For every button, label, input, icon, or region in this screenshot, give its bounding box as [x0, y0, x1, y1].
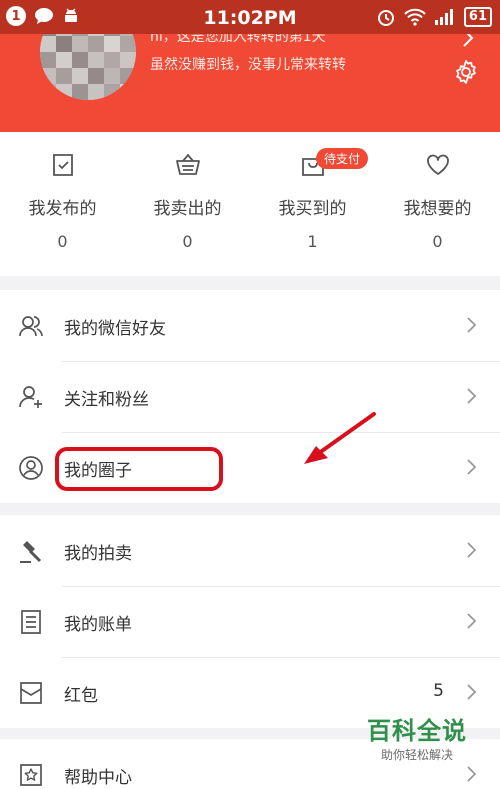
menu-item-label: 我的微信好友 [64, 319, 166, 339]
chevron-right-icon [467, 613, 477, 629]
gavel-icon [20, 541, 42, 563]
heart-icon [426, 154, 449, 175]
menu-item-auction[interactable]: 我的拍卖 [0, 515, 500, 586]
profile-header: hi，这是您加入转转的第1天 虽然没赚到钱，没事儿常来转转 [0, 34, 500, 132]
menu-item-wechat-friends[interactable]: 我的微信好友 [0, 290, 500, 361]
signal-icon [434, 9, 453, 25]
chevron-right-icon [467, 317, 477, 333]
stat-label: 我卖出的 [153, 199, 222, 219]
stat-label: 我买到的 [278, 199, 347, 219]
battery-indicator: 61 [463, 7, 492, 27]
stat-sold[interactable]: 我卖出的 0 [125, 132, 250, 276]
menu-item-label: 关注和粉丝 [64, 390, 149, 410]
stat-wanted[interactable]: 我想要的 0 [375, 132, 500, 276]
profile-intro-line1: hi，这是您加入转转的第1天 [150, 34, 326, 45]
basket-icon [175, 153, 200, 175]
menu-group-finance: 我的拍卖 我的账单 红包 5 [0, 515, 500, 728]
stat-count: 0 [182, 232, 193, 251]
profile-intro-line2: 虽然没赚到钱，没事儿常来转转 [150, 57, 346, 73]
menu-item-label: 帮助中心 [64, 768, 132, 788]
chevron-right-icon [467, 766, 477, 782]
stat-published[interactable]: 我发布的 0 [0, 132, 125, 276]
watermark-subtitle: 助你轻松解决 [380, 748, 453, 762]
chevron-right-icon [467, 684, 477, 700]
alarm-icon [377, 10, 394, 26]
watermark-title: 百科全说 [367, 717, 467, 745]
chevron-right-icon [467, 542, 477, 558]
menu-item-label: 我的拍卖 [64, 544, 132, 564]
gear-icon[interactable] [452, 58, 480, 86]
checklist-icon [52, 154, 73, 176]
watermark: 百科全说 助你轻松解决 [352, 711, 482, 763]
stat-count: 0 [432, 232, 443, 251]
chevron-right-icon[interactable] [462, 34, 474, 48]
menu-item-label: 红包 [64, 686, 98, 706]
annotation-arrow [304, 412, 376, 464]
stat-label: 我想要的 [403, 199, 472, 219]
stat-label: 我发布的 [28, 199, 97, 219]
stat-count: 1 [307, 232, 318, 251]
red-envelope-count: 5 [433, 681, 444, 701]
chevron-right-icon [467, 459, 477, 475]
menu-item-label: 我的账单 [64, 615, 132, 635]
bill-icon [21, 610, 41, 634]
menu-item-bill[interactable]: 我的账单 [0, 586, 500, 657]
star-box-icon [20, 764, 42, 786]
menu-item-follow-fans[interactable]: 关注和粉丝 [0, 361, 500, 432]
chevron-right-icon [467, 388, 477, 404]
stat-count: 0 [57, 232, 68, 251]
status-bar: 1 11:02PM 61 [0, 0, 500, 34]
annotation-highlight-circle [55, 447, 223, 491]
avatar[interactable] [40, 34, 136, 100]
red-envelope-icon [20, 682, 42, 704]
order-stats: 我发布的 0 我卖出的 0 我买到的 1 我想要的 0 [0, 132, 500, 276]
circle-user-icon [19, 456, 43, 480]
add-person-icon [19, 386, 42, 408]
pending-payment-badge: 待支付 [316, 148, 369, 169]
wifi-icon [404, 8, 426, 26]
wechat-friends-icon [19, 316, 43, 337]
